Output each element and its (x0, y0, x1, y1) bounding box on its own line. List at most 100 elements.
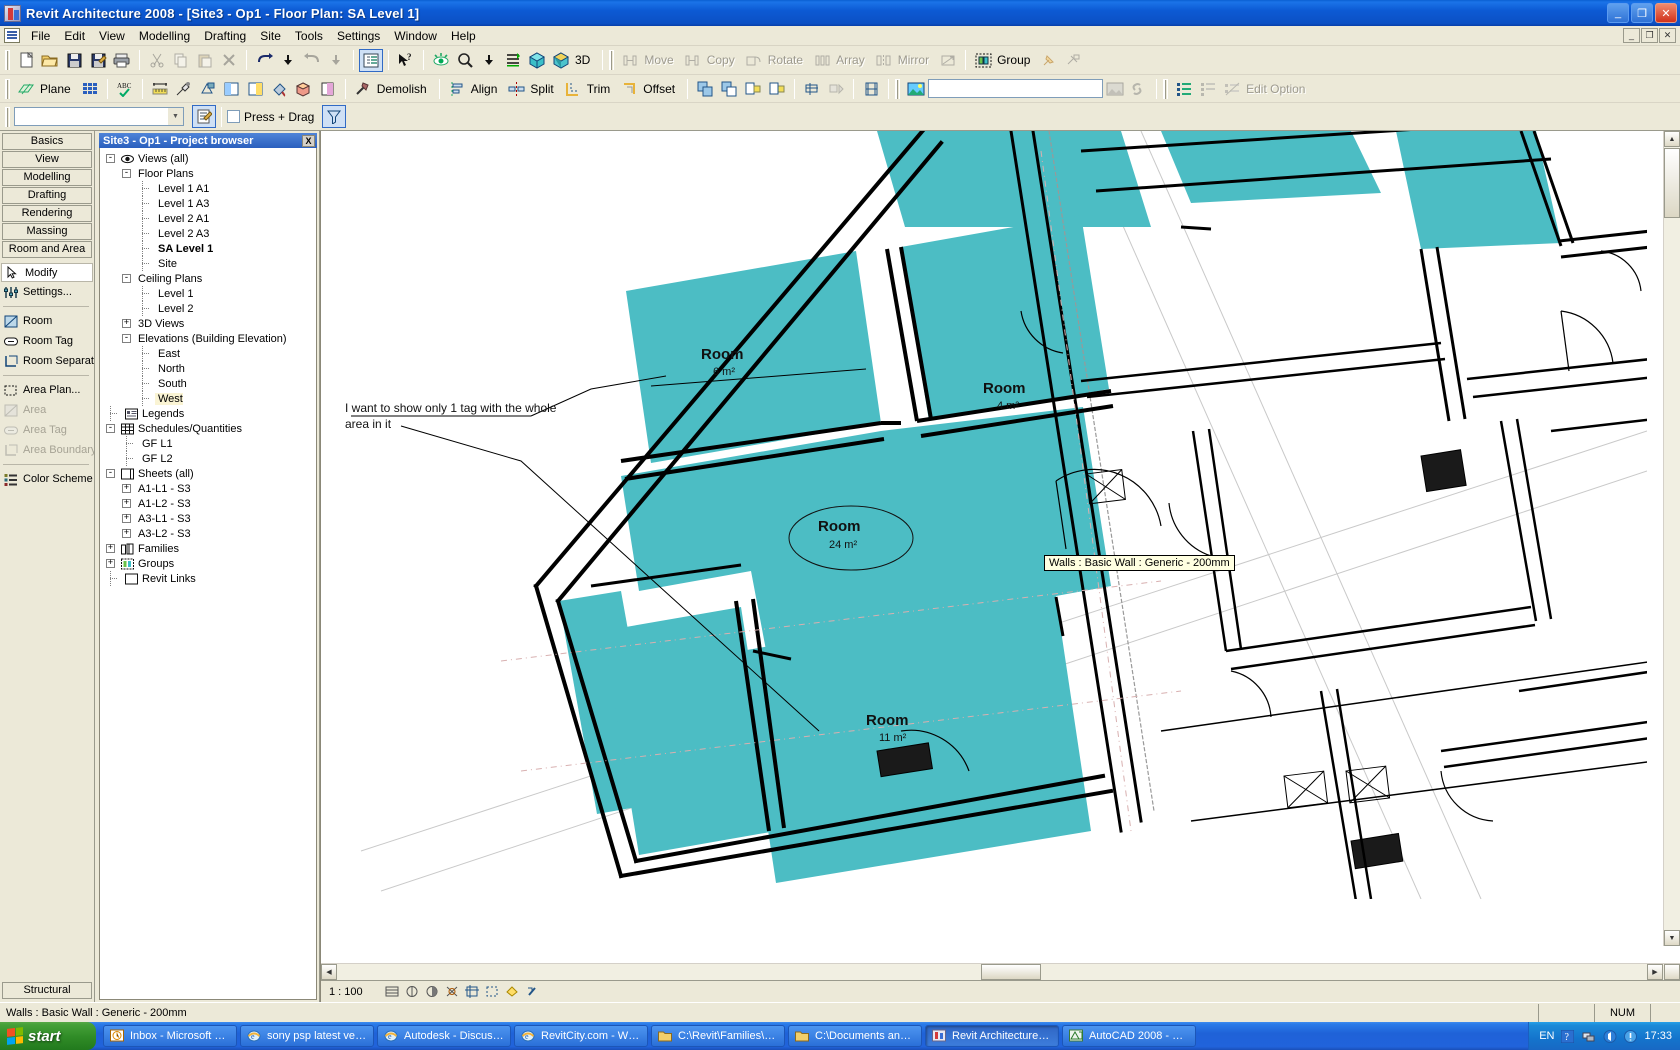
tree-node-label[interactable]: A1-L1 - S3 (135, 483, 191, 495)
tree-node-label[interactable]: Level 1 A1 (155, 183, 209, 195)
tree-node[interactable]: + A1-L2 - S3 (100, 496, 316, 511)
tree-node-label[interactable]: Site (155, 258, 177, 270)
project-browser-tree[interactable]: - Views (all) - Floor Plans Level 1 A1 Level … (99, 148, 317, 1000)
expand-icon[interactable]: + (122, 484, 131, 493)
eyedropper-icon[interactable] (172, 77, 196, 100)
tree-node-label[interactable]: Ceiling Plans (135, 273, 202, 285)
design-options-icon[interactable] (1172, 77, 1196, 100)
design-tool-modify[interactable]: Modify (1, 263, 93, 282)
tree-node-label[interactable]: A1-L2 - S3 (135, 498, 191, 510)
network-tray-icon[interactable] (1581, 1029, 1596, 1044)
tree-node-label[interactable]: Legends (139, 408, 184, 420)
chevron-down-icon[interactable]: ▼ (167, 108, 183, 125)
element-properties-icon[interactable] (192, 105, 216, 128)
design-tab-drafting[interactable]: Drafting (2, 187, 92, 204)
options-bar-grip[interactable] (5, 106, 10, 127)
show-crop-icon[interactable] (484, 983, 501, 1000)
project-browser-icon[interactable] (359, 48, 383, 72)
tree-node[interactable]: - Sheets (all) (100, 466, 316, 481)
tree-node[interactable]: North (100, 361, 316, 376)
align-button[interactable]: Align (445, 77, 505, 100)
tree-node[interactable]: - Ceiling Plans (100, 271, 316, 286)
split-button[interactable]: Split (504, 77, 560, 100)
tree-node-label[interactable]: SA Level 1 (155, 243, 213, 255)
taskbar-button[interactable]: e RevitCity.com - Wind... (514, 1025, 648, 1047)
tree-node[interactable]: Level 1 A3 (100, 196, 316, 211)
expand-icon[interactable]: + (122, 514, 131, 523)
material-icon[interactable] (292, 77, 316, 100)
tree-node[interactable]: + A3-L1 - S3 (100, 511, 316, 526)
mdi-restore-button[interactable]: ❐ (1641, 28, 1658, 43)
shading-icon[interactable] (549, 49, 573, 72)
design-tool-color-scheme-legend[interactable]: Color Scheme L (0, 469, 94, 489)
model-graphics-icon[interactable] (404, 983, 421, 1000)
expand-icon[interactable]: + (106, 559, 115, 568)
tree-node[interactable]: Legends (100, 406, 316, 421)
tree-node-label[interactable]: Revit Links (139, 573, 196, 585)
expand-icon[interactable]: + (106, 544, 115, 553)
menu-item-help[interactable]: Help (444, 27, 483, 45)
split-icon[interactable] (504, 77, 528, 100)
rendering-dialog-icon[interactable] (444, 983, 461, 1000)
tree-node[interactable]: - Elevations (Building Elevation) (100, 331, 316, 346)
tree-node[interactable]: GF L2 (100, 451, 316, 466)
mdi-close-button[interactable]: ✕ (1659, 28, 1676, 43)
offset-button[interactable]: Offset (617, 77, 682, 100)
tree-node-label[interactable]: Floor Plans (135, 168, 194, 180)
scroll-down-button[interactable]: ▼ (1664, 930, 1680, 946)
tree-node[interactable]: + A3-L2 - S3 (100, 526, 316, 541)
scroll-up-button[interactable]: ▲ (1664, 131, 1680, 147)
tree-node-label[interactable]: 3D Views (135, 318, 184, 330)
tree-node[interactable]: West (100, 391, 316, 406)
menu-item-window[interactable]: Window (387, 27, 444, 45)
detail-level-icon[interactable] (384, 983, 401, 1000)
new-icon[interactable] (14, 49, 38, 72)
tree-node[interactable]: + A1-L1 - S3 (100, 481, 316, 496)
tree-node-label[interactable]: GF L2 (139, 453, 173, 465)
default-3d-icon[interactable] (525, 49, 549, 72)
wall-joins-icon[interactable] (859, 77, 883, 100)
mdi-minimize-button[interactable]: _ (1623, 28, 1640, 43)
tree-node[interactable]: + Groups (100, 556, 316, 571)
dimension-icon[interactable] (148, 77, 172, 100)
design-tab-modelling[interactable]: Modelling (2, 169, 92, 186)
group-icon[interactable] (971, 49, 995, 72)
tray-language[interactable]: EN (1539, 1030, 1554, 1042)
tree-node[interactable]: East (100, 346, 316, 361)
design-tool-room-separation[interactable]: Room Separation (0, 351, 94, 371)
tree-node-label[interactable]: West (155, 392, 183, 405)
horizontal-scrollbar[interactable]: ◀ ▶ (321, 963, 1680, 980)
tree-node[interactable]: Level 2 A3 (100, 226, 316, 241)
menu-item-edit[interactable]: Edit (57, 27, 92, 45)
crop-region-icon[interactable] (464, 983, 481, 1000)
type-selector-combo[interactable]: ▼ (14, 107, 184, 126)
split-face-icon[interactable] (220, 77, 244, 100)
collapse-icon[interactable]: - (106, 154, 115, 163)
phase-icon[interactable] (316, 77, 340, 100)
toolbar-grip[interactable] (1163, 78, 1169, 99)
tree-node-label[interactable]: A3-L2 - S3 (135, 528, 191, 540)
reveal-hidden-icon[interactable] (524, 983, 541, 1000)
tree-node-label[interactable]: Level 2 A1 (155, 213, 209, 225)
tree-node[interactable]: - Floor Plans (100, 166, 316, 181)
view-scale[interactable]: 1 : 100 (329, 986, 381, 998)
menu-item-tools[interactable]: Tools (288, 27, 330, 45)
design-tab-room-and-area[interactable]: Room and Area (2, 241, 92, 258)
taskbar-button[interactable]: Inbox - Microsoft Out... (103, 1025, 237, 1047)
collapse-icon[interactable]: - (106, 469, 115, 478)
save-icon[interactable] (62, 49, 86, 72)
design-tool-room-tag[interactable]: Room Tag (0, 331, 94, 351)
taskbar-button[interactable]: AutoCAD 2008 - NOT... (1062, 1025, 1196, 1047)
vertical-scroll-thumb[interactable] (1664, 148, 1680, 218)
spelling-icon[interactable]: ABC (113, 77, 137, 100)
collapse-icon[interactable]: - (122, 274, 131, 283)
close-button[interactable]: ✕ (1655, 3, 1677, 23)
undo-dropdown-icon[interactable] (276, 49, 300, 72)
menu-item-drafting[interactable]: Drafting (197, 27, 253, 45)
close-icon[interactable]: X (302, 134, 315, 147)
tree-node-label[interactable]: Families (135, 543, 179, 555)
vertical-scrollbar[interactable]: ▲ ▼ (1663, 131, 1680, 946)
tree-node-label[interactable]: North (155, 363, 185, 375)
raster-image-icon[interactable] (904, 77, 928, 100)
tree-node[interactable]: - Schedules/Quantities (100, 421, 316, 436)
